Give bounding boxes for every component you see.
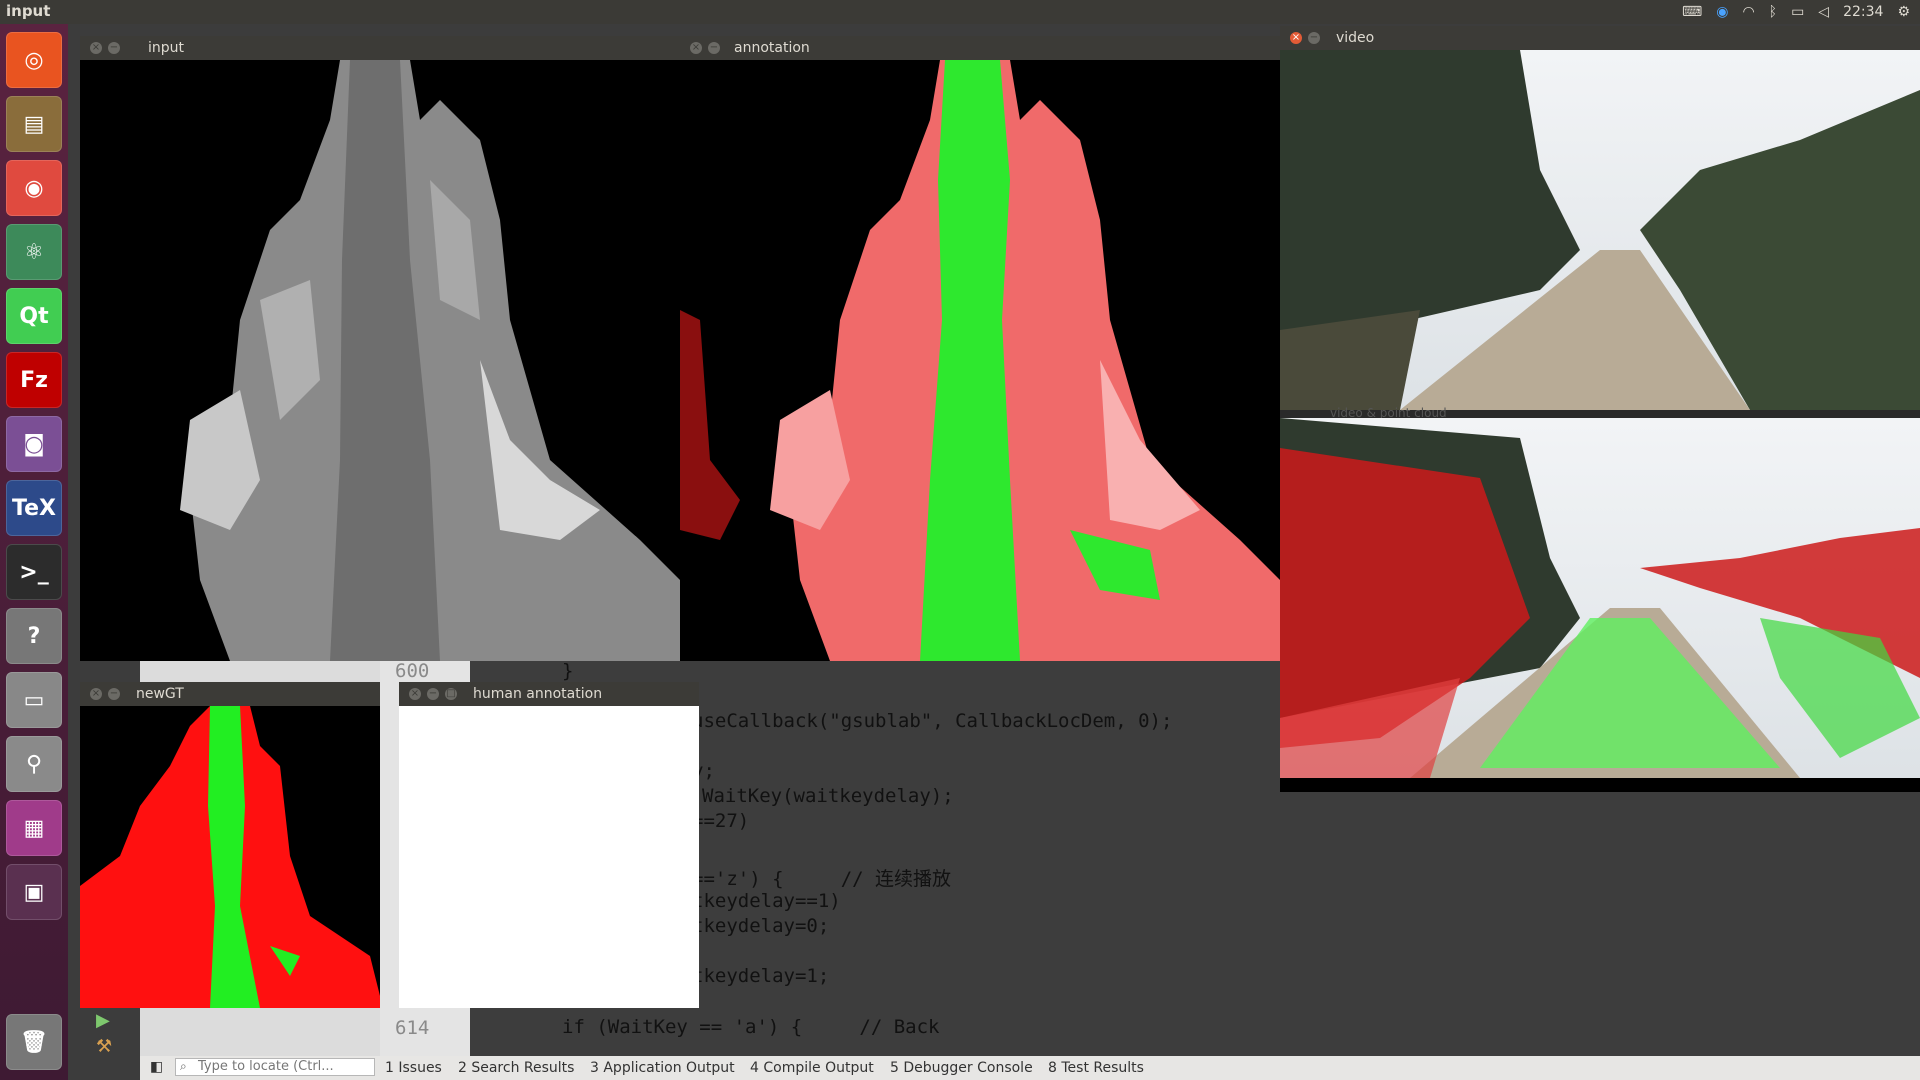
active-app-name: input: [6, 2, 51, 20]
depth-image: [80, 60, 680, 661]
output-tab[interactable]: 8 Test Results: [1048, 1060, 1144, 1076]
code-line: =='z') { // 连续播放: [692, 868, 952, 890]
line-number: 614: [395, 1017, 430, 1039]
launcher-usb-installer-icon[interactable]: ⚲: [6, 736, 62, 792]
newgt-window[interactable]: × − newGT: [80, 682, 380, 1008]
pointcloud-frame: [1280, 418, 1920, 778]
window-title: input: [148, 40, 185, 56]
human-annotation-titlebar[interactable]: × − □ human annotation: [399, 682, 699, 706]
teamviewer-icon[interactable]: ◉: [1716, 4, 1728, 20]
launcher-workspaces-icon[interactable]: ▣: [6, 864, 62, 920]
gear-icon[interactable]: ⚙: [1897, 4, 1910, 20]
top-panel: input ⌨ ◉ ◠ ᛒ ▭ ◁ 22:34 ⚙: [0, 0, 1920, 24]
output-tab[interactable]: 4 Compile Output: [750, 1060, 874, 1076]
minimize-icon[interactable]: −: [427, 688, 439, 700]
code-line: WaitKey(waitkeydelay);: [702, 785, 954, 807]
launcher-atom-icon[interactable]: ⚛: [6, 224, 62, 280]
launcher: ◎ ▤ ◉ ⚛ Qt Fz ◙ TeX >_? ▭ ⚲ ▦ ▣ 🗑: [0, 24, 68, 1080]
code-line: tkeydelay=1;: [692, 965, 830, 987]
close-icon[interactable]: ×: [690, 42, 702, 54]
camera-frame: [1280, 50, 1920, 410]
launcher-help-icon[interactable]: ?: [6, 608, 62, 664]
human-annotation-canvas[interactable]: [399, 706, 699, 1008]
code-line: ==27): [692, 810, 750, 832]
launcher-qt-creator-icon[interactable]: Qt: [6, 288, 62, 344]
window-title: annotation: [734, 40, 810, 56]
launcher-trash-icon[interactable]: 🗑: [6, 1014, 62, 1070]
input-titlebar[interactable]: × − input: [80, 36, 680, 60]
launcher-chrome-icon[interactable]: ◉: [6, 160, 62, 216]
window-title: video: [1336, 30, 1375, 46]
output-tab[interactable]: 5 Debugger Console: [890, 1060, 1033, 1076]
launcher-texmaker-icon[interactable]: TeX: [6, 480, 62, 536]
maximize-icon[interactable]: □: [445, 688, 457, 700]
code-line: useCallback("gsublab", CallbackLocDem, 0…: [692, 710, 1173, 732]
code-line: tkeydelay==1): [692, 890, 841, 912]
launcher-webcam-icon[interactable]: ◙: [6, 416, 62, 472]
launcher-filezilla-icon[interactable]: Fz: [6, 352, 62, 408]
output-tab[interactable]: 2 Search Results: [458, 1060, 574, 1076]
input-window[interactable]: × − input: [80, 36, 680, 661]
sidebar-toggle-icon[interactable]: ◧: [150, 1059, 163, 1075]
close-icon[interactable]: ×: [90, 42, 102, 54]
indicator-area: ⌨ ◉ ◠ ᛒ ▭ ◁ 22:34 ⚙: [1682, 0, 1910, 24]
search-icon: ⌕: [180, 1059, 187, 1073]
newgt-titlebar[interactable]: × − newGT: [80, 682, 380, 706]
close-icon[interactable]: ×: [1290, 32, 1302, 44]
minimize-icon[interactable]: −: [708, 42, 720, 54]
code-line: tkeydelay=0;: [692, 915, 830, 937]
newgt-image: [80, 706, 380, 1008]
line-number: 600: [395, 660, 430, 682]
video-titlebar[interactable]: × − video: [1280, 26, 1920, 50]
output-tab[interactable]: 3 Application Output: [590, 1060, 735, 1076]
minimize-icon[interactable]: −: [108, 42, 120, 54]
annotation-window[interactable]: × − annotation: [680, 36, 1280, 661]
output-pane-bar: ◧ Type to locate (Ctrl... ⌕ 1 Issues 2 Se…: [140, 1056, 1920, 1080]
annotation-image: [680, 60, 1280, 661]
clock[interactable]: 22:34: [1843, 4, 1883, 20]
launcher-unity-window-icon[interactable]: ▦: [6, 800, 62, 856]
minimize-icon[interactable]: −: [1308, 32, 1320, 44]
code-line: if (WaitKey == 'a') { // Back: [562, 1016, 940, 1038]
window-title: newGT: [136, 686, 184, 702]
window-title: human annotation: [473, 686, 603, 702]
output-tab[interactable]: 1 Issues: [385, 1060, 442, 1076]
human-annotation-window[interactable]: × − □ human annotation: [399, 682, 699, 1008]
locate-input[interactable]: Type to locate (Ctrl...: [175, 1058, 375, 1076]
battery-icon[interactable]: ▭: [1791, 4, 1804, 20]
launcher-disk-icon[interactable]: ▭: [6, 672, 62, 728]
code-line: }: [562, 660, 574, 682]
keyboard-icon[interactable]: ⌨: [1682, 4, 1702, 20]
annotation-titlebar[interactable]: × − annotation: [680, 36, 1280, 60]
launcher-files-icon[interactable]: ▤: [6, 96, 62, 152]
launcher-dash-home-icon[interactable]: ◎: [6, 32, 62, 88]
minimize-icon[interactable]: −: [108, 688, 120, 700]
close-icon[interactable]: ×: [90, 688, 102, 700]
build-hammer-icon[interactable]: ⚒: [96, 1036, 112, 1057]
bluetooth-icon[interactable]: ᛒ: [1769, 4, 1777, 20]
video-window[interactable]: × − video video & point cloud: [1280, 26, 1920, 792]
run-debug-icon[interactable]: ▶: [96, 1010, 110, 1031]
wifi-icon[interactable]: ◠: [1742, 4, 1754, 20]
close-icon[interactable]: ×: [409, 688, 421, 700]
launcher-terminal-icon[interactable]: >_: [6, 544, 62, 600]
volume-icon[interactable]: ◁: [1818, 4, 1829, 20]
